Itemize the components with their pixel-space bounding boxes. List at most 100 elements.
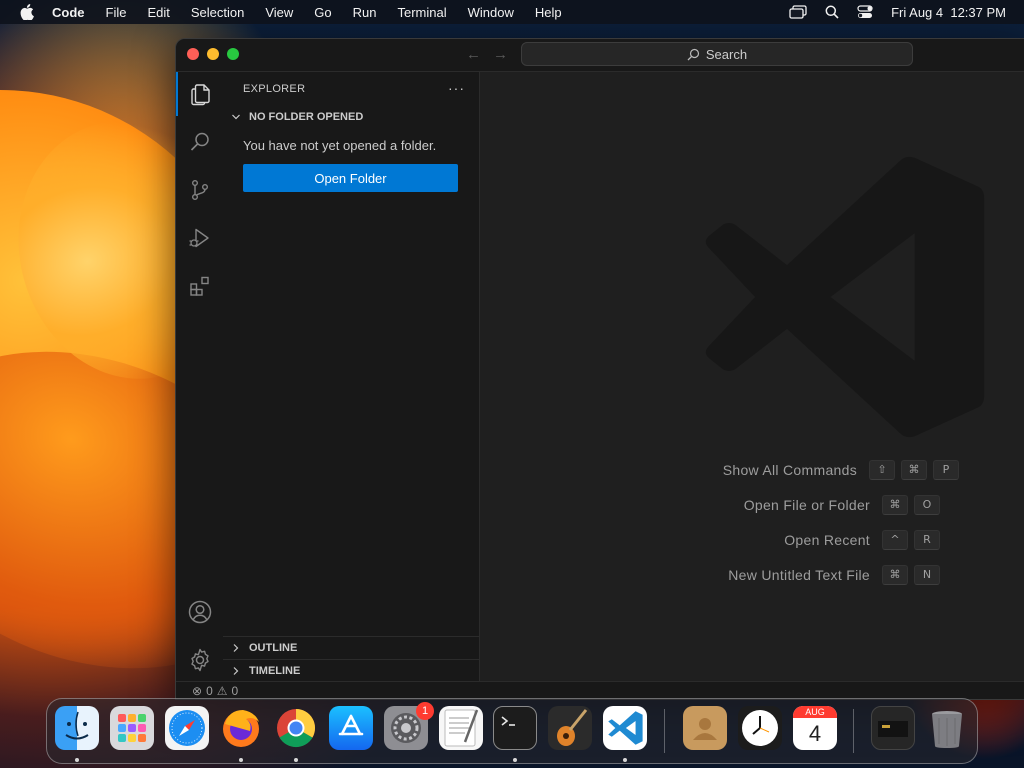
calendar-icon[interactable]: AUG 4: [793, 706, 837, 750]
calendar-month: AUG: [793, 706, 837, 718]
extensions-icon[interactable]: [176, 264, 223, 308]
menu-selection[interactable]: Selection: [191, 5, 244, 20]
menu-help[interactable]: Help: [535, 5, 562, 20]
chrome-icon[interactable]: [274, 706, 318, 750]
calendar-day: 4: [808, 721, 822, 746]
launchpad-icon[interactable]: [110, 706, 154, 750]
finder-icon[interactable]: [55, 706, 99, 750]
menu-go[interactable]: Go: [314, 5, 331, 20]
clock-icon[interactable]: [738, 706, 782, 750]
minimize-window-button[interactable]: [207, 48, 219, 60]
running-indicator: [239, 758, 243, 762]
back-arrow-icon[interactable]: ←: [466, 46, 481, 63]
warnings-icon[interactable]: ⚠: [217, 684, 228, 698]
warnings-count[interactable]: 0: [232, 684, 239, 698]
menu-clock[interactable]: Fri Aug 4 12:37 PM: [891, 5, 1006, 20]
accounts-icon[interactable]: [176, 590, 223, 634]
shortcut-key: ⌘: [882, 494, 908, 515]
vscode-window: ← → Search EXPLORER ··· NO FOLDER OPENED…: [175, 38, 1024, 700]
close-window-button[interactable]: [187, 48, 199, 60]
outline-section-header[interactable]: OUTLINE: [223, 636, 479, 659]
explorer-title: EXPLORER: [243, 83, 306, 95]
app-store-icon[interactable]: [329, 706, 373, 750]
status-bar: ⊗ 0 ⚠ 0: [176, 681, 1024, 699]
shortcut-key: N: [914, 564, 940, 585]
menu-terminal[interactable]: Terminal: [398, 5, 447, 20]
open-folder-button[interactable]: Open Folder: [243, 164, 458, 192]
chevron-right-icon: [229, 666, 243, 676]
terminal-icon[interactable]: [493, 706, 537, 750]
running-indicator: [513, 758, 517, 762]
no-folder-message: You have not yet opened a folder.: [243, 138, 437, 153]
more-actions-icon[interactable]: ···: [448, 80, 465, 96]
title-bar: ← → Search: [176, 39, 1024, 72]
shortcut-key: ⌘: [882, 564, 908, 585]
system-settings-icon[interactable]: 1: [384, 702, 434, 750]
forward-arrow-icon[interactable]: →: [493, 46, 508, 63]
shortcut-key: ⌘: [901, 459, 927, 480]
shortcut-label: Open Recent: [784, 531, 870, 548]
dock-separator: [853, 709, 854, 753]
shortcut-key: ⇧: [869, 459, 895, 480]
shortcut-row[interactable]: Show All Commands ⇧ ⌘ P: [480, 452, 965, 487]
no-folder-section-label: NO FOLDER OPENED: [249, 111, 364, 123]
control-center-icon[interactable]: [857, 5, 873, 19]
search-icon: [687, 48, 699, 60]
search-label: Search: [705, 46, 748, 62]
run-debug-icon[interactable]: [176, 216, 223, 260]
menu-file[interactable]: File: [106, 5, 127, 20]
activity-bar: [176, 72, 224, 682]
firefox-icon[interactable]: [219, 706, 263, 750]
menu-window[interactable]: Window: [468, 5, 514, 20]
dock-separator: [664, 709, 665, 753]
chevron-down-icon: [229, 112, 243, 122]
errors-count[interactable]: 0: [206, 684, 213, 698]
trash-icon[interactable]: [925, 706, 969, 750]
shortcut-key: P: [933, 459, 959, 480]
shortcut-key: O: [914, 494, 940, 515]
vscode-dock-icon[interactable]: [603, 706, 647, 750]
explorer-icon[interactable]: [176, 72, 223, 116]
contacts-icon[interactable]: [683, 706, 727, 750]
chevron-right-icon: [229, 643, 243, 653]
safari-icon[interactable]: [165, 706, 209, 750]
spotlight-search-icon[interactable]: [825, 5, 839, 19]
settings-gear-icon[interactable]: [176, 638, 223, 682]
shortcut-key: ^: [882, 529, 908, 550]
explorer-sidebar: EXPLORER ··· NO FOLDER OPENED You have n…: [223, 72, 480, 682]
menu-view[interactable]: View: [265, 5, 293, 20]
window-controls: [187, 48, 239, 60]
garageband-icon[interactable]: [548, 706, 592, 750]
shortcut-label: Show All Commands: [722, 461, 857, 478]
menu-bar: Code File Edit Selection View Go Run Ter…: [0, 0, 1024, 24]
dock: 1 AUG 4: [46, 698, 978, 764]
source-control-icon[interactable]: [176, 168, 223, 212]
welcome-shortcuts: Show All Commands ⇧ ⌘ P Open File or Fol…: [480, 452, 965, 592]
no-folder-section-header[interactable]: NO FOLDER OPENED: [223, 106, 479, 128]
command-center-search[interactable]: Search: [521, 42, 913, 66]
shortcut-row[interactable]: New Untitled Text File ⌘ N: [480, 557, 965, 592]
search-view-icon[interactable]: [176, 120, 223, 164]
zoom-window-button[interactable]: [227, 48, 239, 60]
shortcut-label: Open File or Folder: [743, 496, 870, 513]
shortcut-row[interactable]: Open Recent ^ R: [480, 522, 965, 557]
shortcut-key: R: [914, 529, 940, 550]
minimized-window-thumbnail[interactable]: [871, 706, 915, 750]
menu-edit[interactable]: Edit: [147, 5, 169, 20]
running-indicator: [75, 758, 79, 762]
screen-mirroring-icon[interactable]: [789, 5, 807, 19]
outline-section-label: OUTLINE: [249, 642, 298, 654]
settings-badge: 1: [416, 702, 434, 720]
shortcut-row[interactable]: Open File or Folder ⌘ O: [480, 487, 965, 522]
timeline-section-header[interactable]: TIMELINE: [223, 659, 479, 682]
shortcut-label: New Untitled Text File: [728, 566, 870, 583]
apple-menu-icon[interactable]: [20, 4, 34, 20]
menu-app-name[interactable]: Code: [52, 5, 85, 20]
errors-icon[interactable]: ⊗: [192, 684, 202, 698]
timeline-section-label: TIMELINE: [249, 665, 301, 677]
running-indicator: [294, 758, 298, 762]
menu-run[interactable]: Run: [353, 5, 377, 20]
running-indicator: [623, 758, 627, 762]
textedit-icon[interactable]: [439, 706, 483, 750]
vscode-logo-watermark: [700, 152, 990, 447]
